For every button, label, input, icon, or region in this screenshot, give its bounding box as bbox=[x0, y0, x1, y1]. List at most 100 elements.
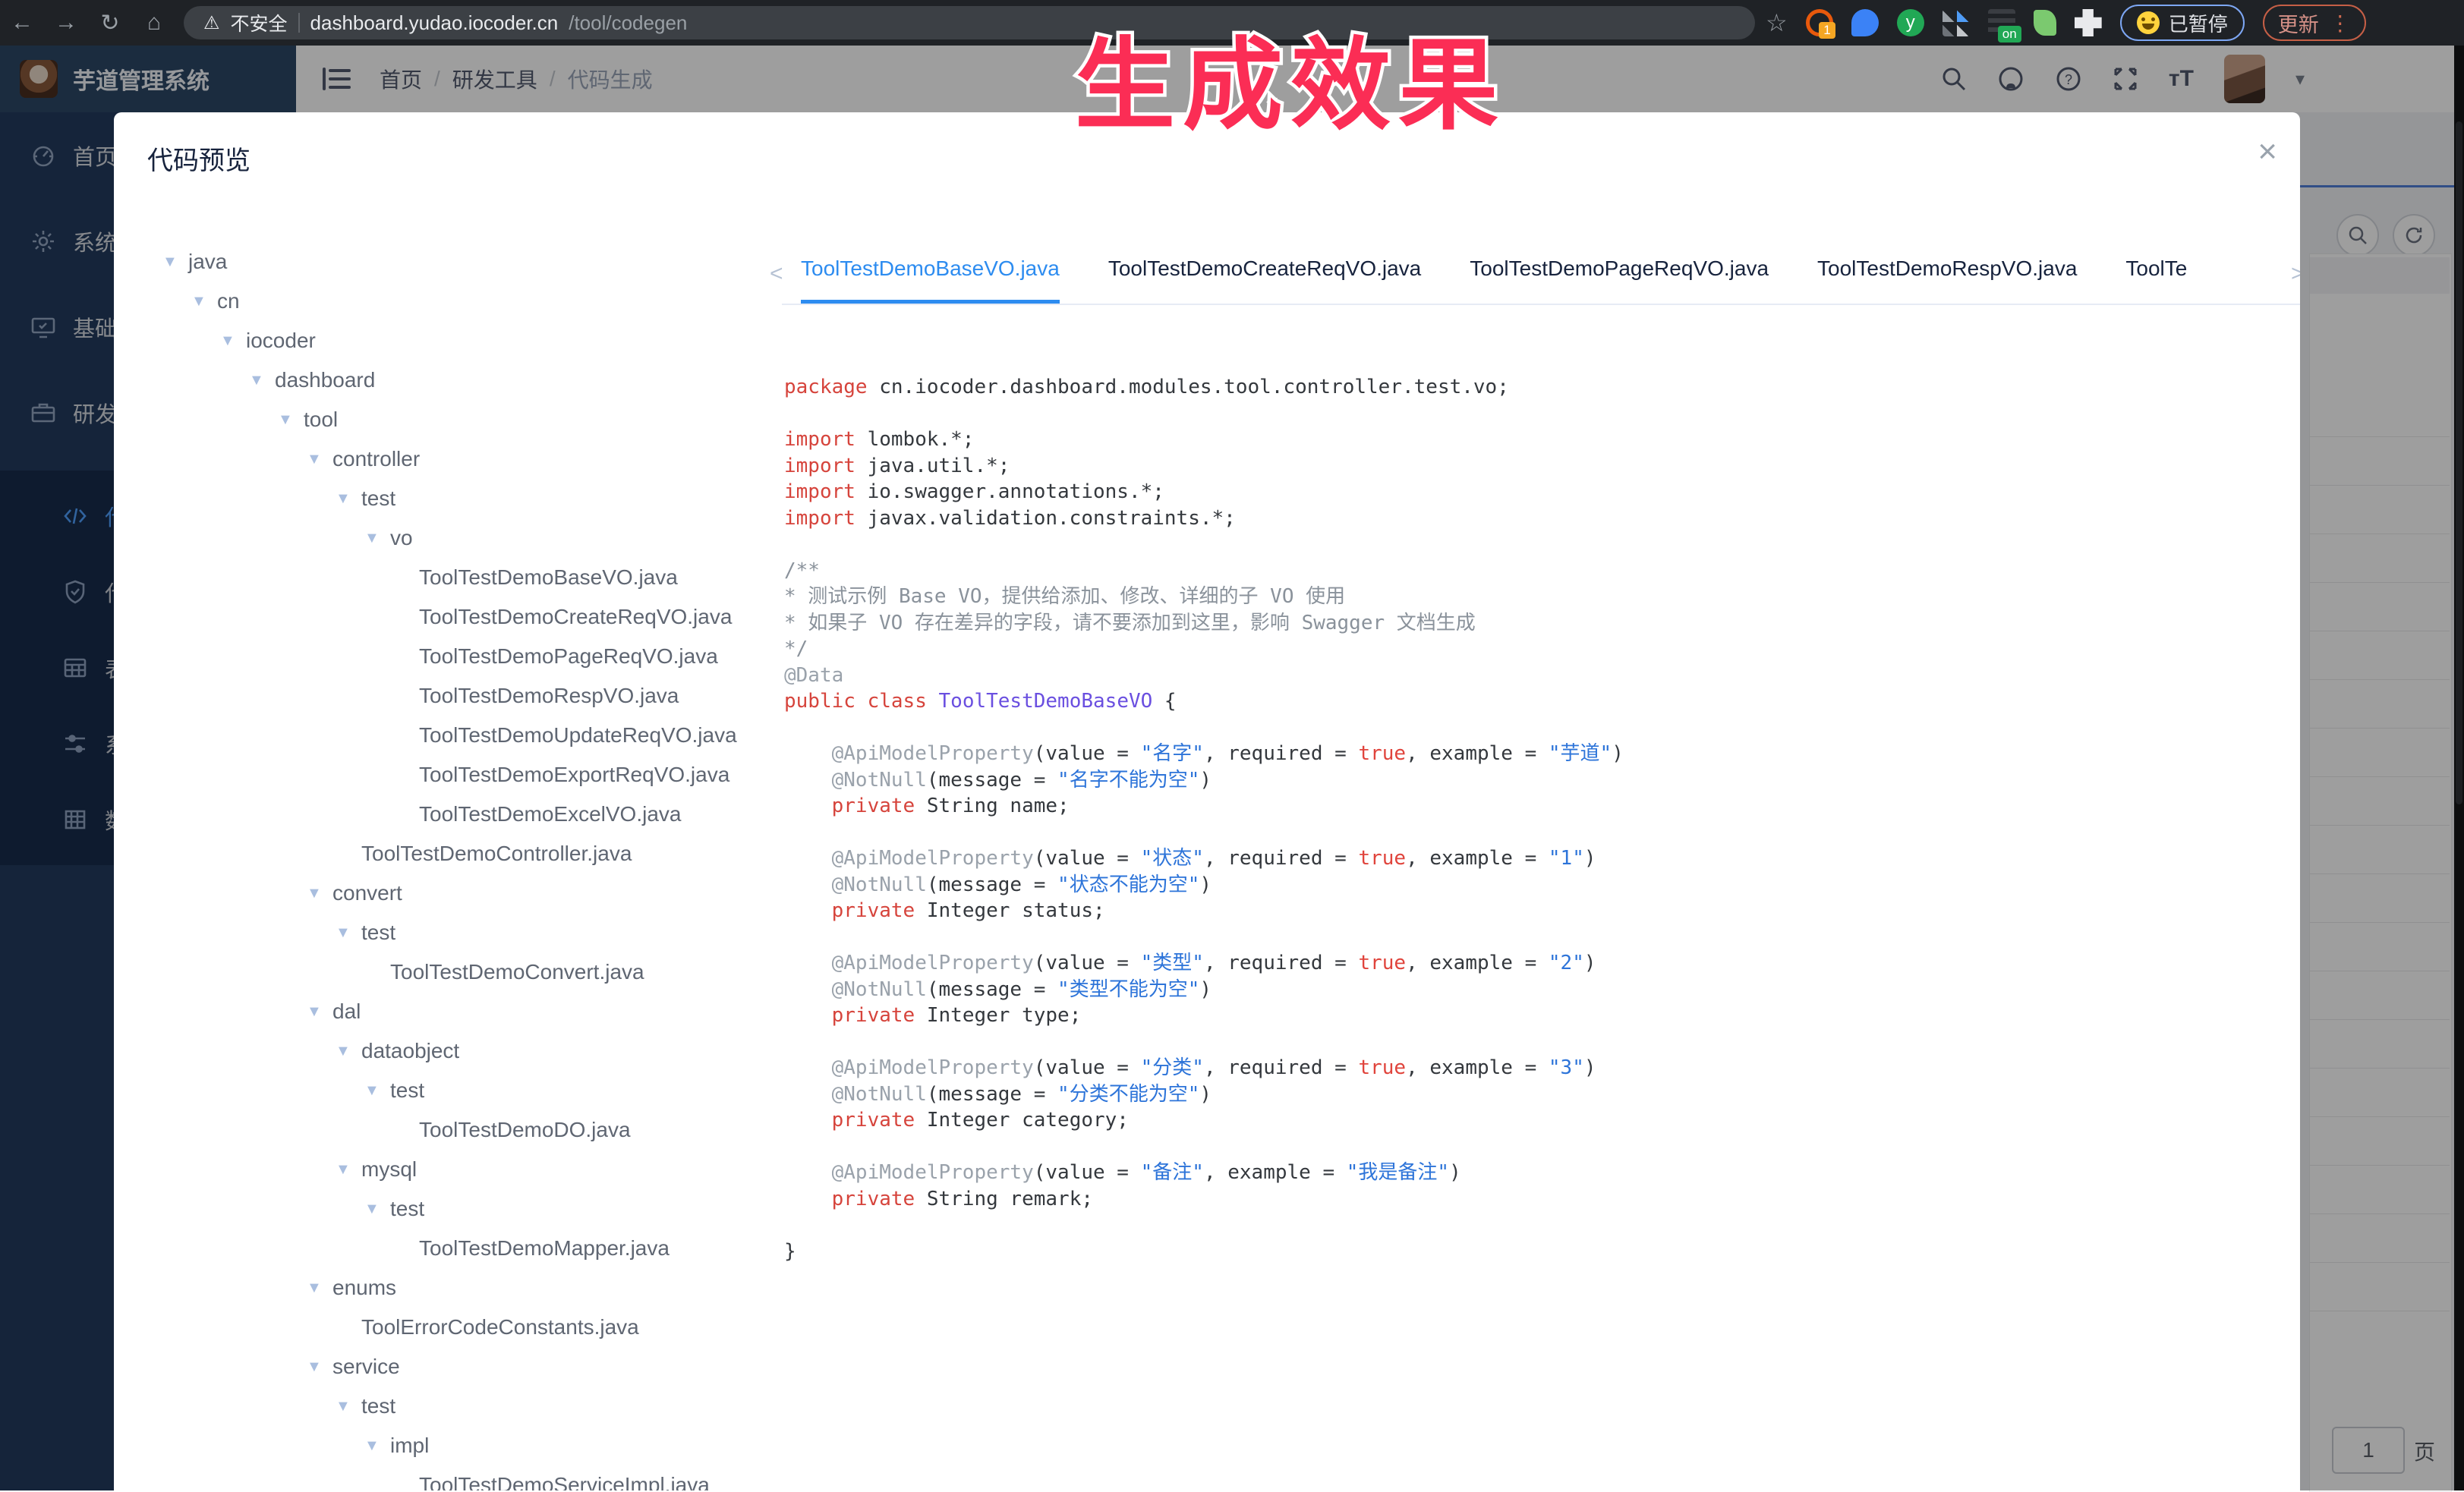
caret-down-icon[interactable]: ▼ bbox=[336, 1161, 361, 1179]
tree-folder[interactable]: ▼service bbox=[162, 1347, 762, 1387]
code-token: private bbox=[832, 1004, 915, 1027]
tree-file[interactable]: ToolTestDemoPageReqVO.java bbox=[162, 637, 762, 676]
tree-folder[interactable]: ▼test bbox=[162, 1189, 762, 1229]
caret-down-icon[interactable]: ▼ bbox=[307, 885, 332, 902]
caret-down-icon[interactable]: ▼ bbox=[336, 1043, 361, 1060]
tab-toolte[interactable]: ToolTe bbox=[2125, 257, 2187, 304]
caret-down-icon[interactable]: ▼ bbox=[307, 1280, 332, 1297]
code-token: { bbox=[1152, 690, 1176, 713]
code-token: (value = bbox=[1034, 1161, 1141, 1184]
code-token: (message = bbox=[927, 873, 1057, 896]
caret-down-icon[interactable]: ▼ bbox=[307, 1358, 332, 1376]
tab-tooltestdemobasevo-java[interactable]: ToolTestDemoBaseVO.java bbox=[801, 257, 1060, 304]
code-token: true bbox=[1358, 847, 1406, 870]
code-token: "分类" bbox=[1141, 1056, 1204, 1079]
code-token: ) bbox=[1199, 1083, 1212, 1106]
tree-folder[interactable]: ▼test bbox=[162, 1071, 762, 1110]
code-token: "1" bbox=[1549, 847, 1584, 870]
tree-folder[interactable]: ▼dataobject bbox=[162, 1031, 762, 1071]
tree-node-label: ToolErrorCodeConstants.java bbox=[361, 1315, 639, 1339]
tree-folder[interactable]: ▼dashboard bbox=[162, 360, 762, 400]
tree-file[interactable]: ToolTestDemoMapper.java bbox=[162, 1229, 762, 1268]
tab-tooltestdemopagereqvo-java[interactable]: ToolTestDemoPageReqVO.java bbox=[1470, 257, 1769, 304]
tree-node-label: ToolTestDemoUpdateReqVO.java bbox=[419, 723, 737, 748]
tabs-scroll-right-icon[interactable]: > bbox=[2291, 261, 2300, 287]
tree-folder[interactable]: ▼java bbox=[162, 242, 762, 282]
code-token bbox=[784, 1188, 832, 1210]
code-token: "3" bbox=[1549, 1056, 1584, 1079]
tree-file[interactable]: ToolTestDemoExcelVO.java bbox=[162, 795, 762, 834]
tree-file[interactable]: ToolTestDemoServiceImpl.java bbox=[162, 1465, 762, 1490]
code-viewer[interactable]: package cn.iocoder.dashboard.modules.too… bbox=[784, 374, 1624, 1264]
tree-file[interactable]: ToolTestDemoConvert.java bbox=[162, 952, 762, 992]
code-token: private bbox=[832, 795, 915, 817]
tree-folder[interactable]: ▼impl bbox=[162, 1426, 762, 1465]
code-token: , required = bbox=[1204, 1056, 1359, 1079]
tree-folder[interactable]: ▼controller bbox=[162, 439, 762, 479]
code-token: "备注" bbox=[1141, 1161, 1204, 1184]
code-token: , example = bbox=[1406, 952, 1549, 974]
code-token bbox=[784, 847, 832, 870]
code-token: true bbox=[1358, 952, 1406, 974]
tree-folder[interactable]: ▼test bbox=[162, 913, 762, 952]
tabs-scroll-left-icon[interactable]: < bbox=[770, 261, 783, 287]
tree-node-label: dashboard bbox=[275, 368, 375, 392]
tab-tooltestdemocreatereqvo-java[interactable]: ToolTestDemoCreateReqVO.java bbox=[1108, 257, 1421, 304]
code-preview-dialog: 代码预览 × ▼java▼cn▼iocoder▼dashboard▼tool▼c… bbox=[114, 112, 2300, 1490]
code-token: ) bbox=[1199, 769, 1212, 792]
caret-down-icon[interactable]: ▼ bbox=[162, 253, 188, 271]
caret-down-icon[interactable]: ▼ bbox=[336, 1398, 361, 1415]
code-token bbox=[855, 690, 868, 713]
tree-file[interactable]: ToolTestDemoUpdateReqVO.java bbox=[162, 716, 762, 755]
tree-folder[interactable]: ▼mysql bbox=[162, 1150, 762, 1189]
code-token: (value = bbox=[1034, 952, 1141, 974]
caret-down-icon[interactable]: ▼ bbox=[364, 1437, 390, 1455]
code-token: "状态" bbox=[1141, 847, 1204, 870]
annotation-text: 生成效果 bbox=[0, 5, 2464, 150]
code-token bbox=[784, 1109, 832, 1132]
code-token bbox=[784, 978, 832, 1001]
tree-file[interactable]: ToolTestDemoController.java bbox=[162, 834, 762, 873]
tree-file[interactable]: ToolTestDemoCreateReqVO.java bbox=[162, 597, 762, 637]
caret-down-icon[interactable]: ▼ bbox=[307, 1003, 332, 1021]
caret-down-icon[interactable]: ▼ bbox=[249, 372, 275, 389]
tree-folder[interactable]: ▼vo bbox=[162, 518, 762, 558]
tree-node-label: mysql bbox=[361, 1157, 417, 1182]
tree-folder[interactable]: ▼test bbox=[162, 1387, 762, 1426]
tree-node-label: impl bbox=[390, 1434, 429, 1458]
tree-node-label: ToolTestDemoBaseVO.java bbox=[419, 565, 678, 590]
tree-file[interactable]: ToolTestDemoBaseVO.java bbox=[162, 558, 762, 597]
code-token: io.swagger.annotations.*; bbox=[855, 480, 1164, 503]
tree-node-label: convert bbox=[332, 881, 402, 905]
tree-file[interactable]: ToolTestDemoRespVO.java bbox=[162, 676, 762, 716]
code-token: class bbox=[868, 690, 927, 713]
tree-folder[interactable]: ▼test bbox=[162, 479, 762, 518]
caret-down-icon[interactable]: ▼ bbox=[336, 490, 361, 508]
tree-folder[interactable]: ▼tool bbox=[162, 400, 762, 439]
caret-down-icon[interactable]: ▼ bbox=[220, 332, 246, 350]
tree-file[interactable]: ToolTestDemoDO.java bbox=[162, 1110, 762, 1150]
caret-down-icon[interactable]: ▼ bbox=[336, 924, 361, 942]
tree-file[interactable]: ToolTestDemoExportReqVO.java bbox=[162, 755, 762, 795]
tree-file[interactable]: ToolErrorCodeConstants.java bbox=[162, 1308, 762, 1347]
caret-down-icon[interactable]: ▼ bbox=[364, 1082, 390, 1100]
code-token: import bbox=[784, 428, 855, 451]
tab-tooltestdemorespvo-java[interactable]: ToolTestDemoRespVO.java bbox=[1817, 257, 2077, 304]
code-token: , example = bbox=[1406, 1056, 1549, 1079]
code-token bbox=[784, 742, 832, 765]
caret-down-icon[interactable]: ▼ bbox=[278, 411, 304, 429]
code-token: Integer category; bbox=[915, 1109, 1129, 1132]
code-token bbox=[784, 1083, 832, 1106]
caret-down-icon[interactable]: ▼ bbox=[307, 451, 332, 468]
tree-folder[interactable]: ▼iocoder bbox=[162, 321, 762, 360]
tree-node-label: ToolTestDemoMapper.java bbox=[419, 1236, 670, 1261]
code-token: ToolTestDemoBaseVO bbox=[939, 690, 1153, 713]
tree-node-label: ToolTestDemoDO.java bbox=[419, 1118, 631, 1142]
tree-folder[interactable]: ▼enums bbox=[162, 1268, 762, 1308]
caret-down-icon[interactable]: ▼ bbox=[191, 293, 217, 310]
caret-down-icon[interactable]: ▼ bbox=[364, 1201, 390, 1218]
caret-down-icon[interactable]: ▼ bbox=[364, 530, 390, 547]
tree-folder[interactable]: ▼convert bbox=[162, 873, 762, 913]
tree-folder[interactable]: ▼cn bbox=[162, 282, 762, 321]
tree-folder[interactable]: ▼dal bbox=[162, 992, 762, 1031]
